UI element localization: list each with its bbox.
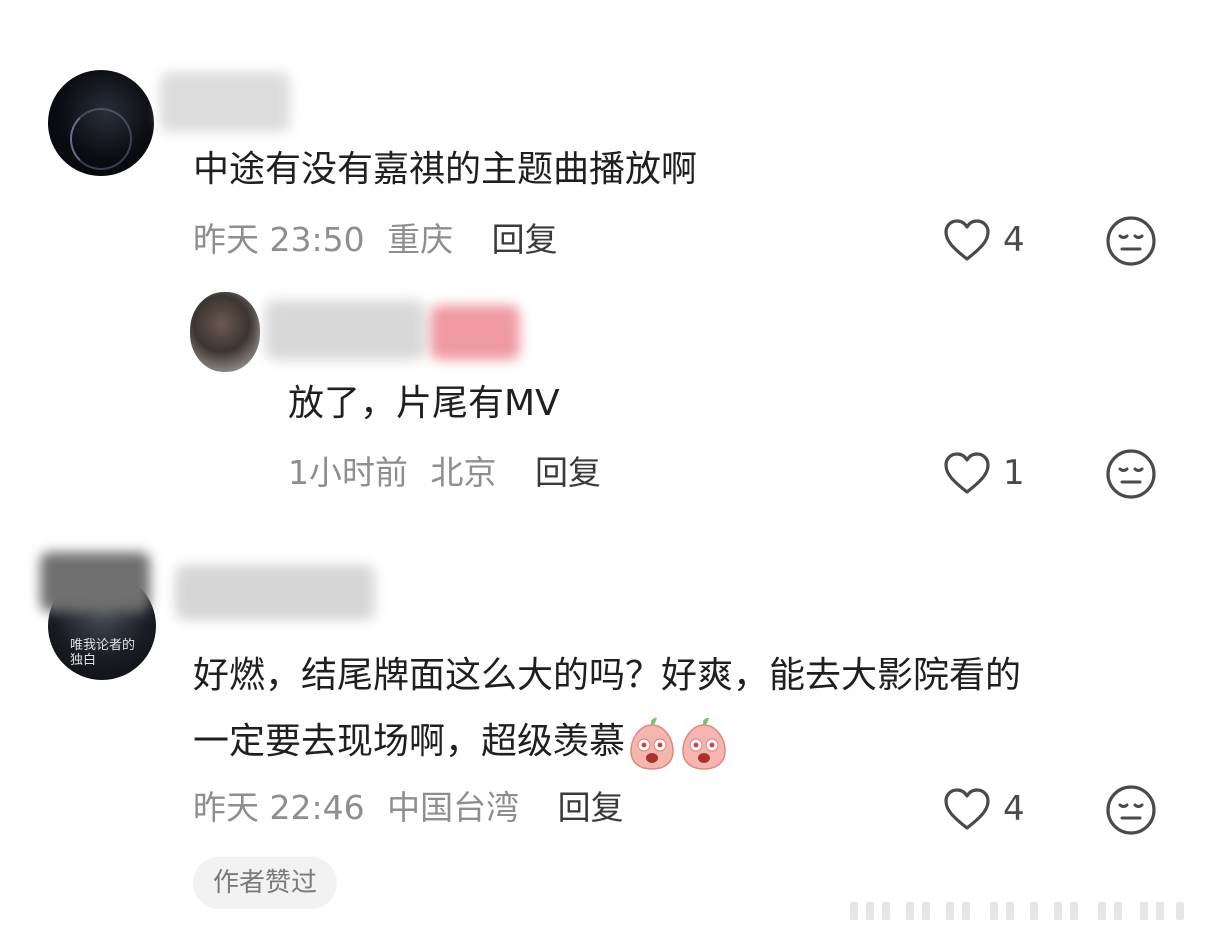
dislike-button[interactable] (1105, 448, 1157, 504)
reply-avatar[interactable] (190, 292, 260, 372)
reply-text: 放了，片尾有MV (288, 383, 560, 424)
heart-outline-icon (944, 219, 990, 261)
avatar-decoration (70, 108, 132, 170)
comment-time: 昨天 22:46 (193, 788, 365, 827)
reply-meta: 1小时前 北京 回复 (288, 451, 601, 495)
like-count: 4 (1003, 220, 1025, 260)
comment-time: 昨天 23:50 (193, 220, 365, 259)
expressionless-face-icon (1106, 785, 1156, 835)
like-button[interactable]: 1 (943, 451, 1025, 495)
like-count: 1 (1003, 453, 1025, 493)
username-redacted (40, 552, 150, 612)
reply-button[interactable]: 回复 (492, 220, 558, 259)
expressionless-face-icon (1106, 449, 1156, 499)
author-liked-badge: 作者赞过 (193, 857, 338, 909)
comment-text: 一定要去现场啊，超级羡慕 (193, 721, 626, 762)
dislike-button[interactable] (1105, 784, 1157, 840)
reply-button[interactable]: 回复 (535, 453, 601, 492)
like-count: 4 (1003, 789, 1025, 829)
avatar[interactable] (48, 70, 154, 176)
heart-outline-icon (944, 452, 990, 494)
reply-time: 1小时前 (288, 453, 408, 492)
expressionless-face-icon (1106, 216, 1156, 266)
username-redacted (175, 565, 375, 620)
comment-location: 中国台湾 (387, 788, 520, 827)
avatar-caption: 唯我论者的独白 (70, 638, 136, 668)
comment-meta: 昨天 23:50 重庆 回复 (193, 218, 558, 262)
like-button[interactable]: 4 (943, 218, 1025, 262)
like-button[interactable]: 4 (943, 787, 1025, 831)
comment-text: 中途有没有嘉祺的主题曲播放啊 (193, 149, 698, 190)
username-redacted (265, 300, 425, 360)
comment-text: 好燃，结尾牌面这么大的吗？好爽，能去大影院看的 (193, 655, 1022, 696)
comment-meta: 昨天 22:46 中国台湾 回复 (193, 786, 624, 830)
comment-location: 重庆 (387, 220, 454, 259)
reply-button[interactable]: 回复 (558, 788, 624, 827)
watermark (850, 896, 1190, 926)
heart-outline-icon (944, 788, 990, 830)
username-redacted (430, 305, 520, 360)
peach-drool-emoji (682, 717, 726, 770)
peach-drool-emoji (630, 717, 674, 770)
username-redacted (160, 72, 290, 132)
dislike-button[interactable] (1105, 215, 1157, 271)
reply-location: 北京 (430, 453, 497, 492)
comment-text-line2: 一定要去现场啊，超级羡慕 (193, 714, 729, 771)
